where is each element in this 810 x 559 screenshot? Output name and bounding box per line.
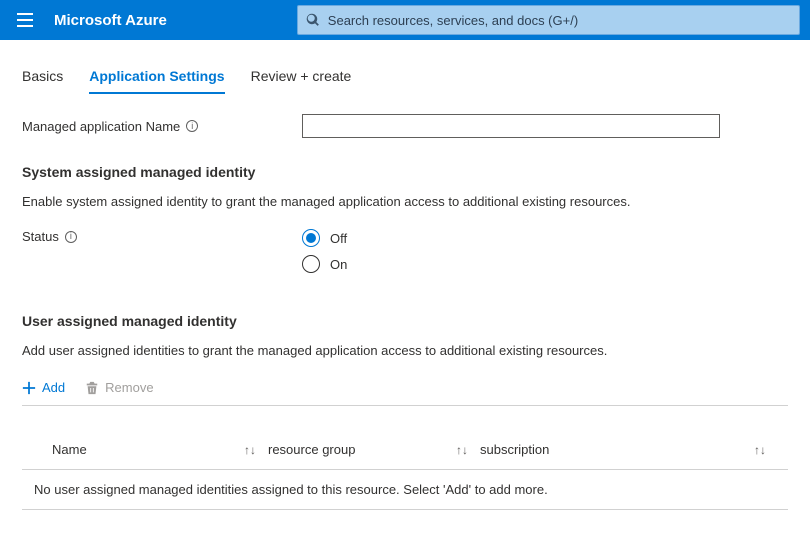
hamburger-icon bbox=[17, 13, 33, 27]
sort-icon: ↑↓ bbox=[754, 443, 766, 457]
page-content: Basics Application Settings Review + cre… bbox=[0, 40, 810, 510]
column-rg-label: resource group bbox=[268, 442, 355, 457]
managed-app-name-label: Managed application Name bbox=[22, 119, 180, 134]
global-search-input[interactable] bbox=[328, 13, 791, 28]
trash-icon bbox=[85, 381, 99, 395]
status-row: Status i Off On bbox=[22, 229, 788, 273]
identity-table: Name ↑↓ resource group ↑↓ subscription ↑… bbox=[22, 442, 788, 510]
column-name-label: Name bbox=[52, 442, 87, 457]
brand-label: Microsoft Azure bbox=[54, 12, 167, 29]
status-option-on-label: On bbox=[330, 257, 347, 272]
add-button-label: Add bbox=[42, 380, 65, 395]
status-label-cell: Status i bbox=[22, 229, 302, 244]
identity-toolbar: Add Remove bbox=[22, 380, 788, 406]
sort-icon: ↑↓ bbox=[244, 443, 256, 457]
status-option-off-label: Off bbox=[330, 231, 347, 246]
search-icon bbox=[306, 13, 320, 27]
tab-review-create[interactable]: Review + create bbox=[251, 62, 352, 92]
azure-top-bar: Microsoft Azure bbox=[0, 0, 810, 40]
system-identity-heading: System assigned managed identity bbox=[22, 164, 788, 180]
identity-table-header: Name ↑↓ resource group ↑↓ subscription ↑… bbox=[22, 442, 788, 470]
managed-app-name-row: Managed application Name i bbox=[22, 114, 788, 138]
tab-basics[interactable]: Basics bbox=[22, 62, 63, 92]
radio-icon bbox=[302, 229, 320, 247]
search-wrap bbox=[297, 5, 800, 35]
status-option-on[interactable]: On bbox=[302, 255, 347, 273]
info-icon[interactable]: i bbox=[186, 120, 198, 132]
remove-identity-button: Remove bbox=[85, 380, 153, 395]
wizard-tabs: Basics Application Settings Review + cre… bbox=[22, 62, 788, 92]
managed-app-name-label-cell: Managed application Name i bbox=[22, 119, 302, 134]
status-option-off[interactable]: Off bbox=[302, 229, 347, 247]
plus-icon bbox=[22, 381, 36, 395]
managed-app-name-input[interactable] bbox=[302, 114, 720, 138]
column-header-name[interactable]: Name ↑↓ bbox=[52, 442, 268, 457]
sort-icon: ↑↓ bbox=[456, 443, 468, 457]
add-identity-button[interactable]: Add bbox=[22, 380, 65, 395]
remove-button-label: Remove bbox=[105, 380, 153, 395]
status-label: Status bbox=[22, 229, 59, 244]
hamburger-menu-button[interactable] bbox=[10, 5, 40, 35]
user-identity-description: Add user assigned identities to grant th… bbox=[22, 343, 788, 358]
column-header-subscription[interactable]: subscription ↑↓ bbox=[480, 442, 778, 457]
info-icon[interactable]: i bbox=[65, 231, 77, 243]
user-identity-heading: User assigned managed identity bbox=[22, 313, 788, 329]
column-sub-label: subscription bbox=[480, 442, 549, 457]
system-identity-description: Enable system assigned identity to grant… bbox=[22, 194, 788, 209]
column-header-resource-group[interactable]: resource group ↑↓ bbox=[268, 442, 480, 457]
radio-icon bbox=[302, 255, 320, 273]
identity-table-empty-row: No user assigned managed identities assi… bbox=[22, 470, 788, 510]
global-search-box[interactable] bbox=[297, 5, 800, 35]
status-radio-group: Off On bbox=[302, 229, 347, 273]
tab-application-settings[interactable]: Application Settings bbox=[89, 62, 224, 92]
